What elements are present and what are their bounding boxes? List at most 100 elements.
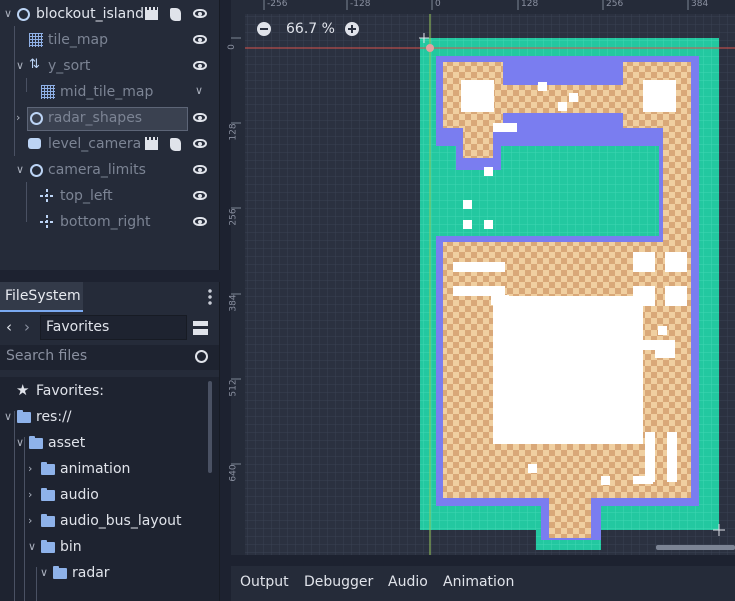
list-item-label: audio_bus_layout (60, 513, 182, 529)
list-item-animation[interactable]: › animation (0, 457, 205, 483)
ruler-tick-label: 0 (226, 44, 237, 50)
ruler-tick-label: 256 (228, 208, 239, 226)
minus-icon (260, 28, 268, 30)
zoom-in-button[interactable] (345, 22, 359, 36)
tab-filesystem[interactable]: FileSystem (0, 282, 83, 312)
chevron-down-icon[interactable]: ∨ (16, 163, 28, 177)
tree-item-camera-limits[interactable]: ∨ camera_limits (0, 158, 219, 184)
folder-icon (41, 514, 55, 527)
visibility-eye-icon[interactable] (193, 191, 207, 200)
ruler-tick-label: 384 (228, 294, 239, 312)
ruler-tick-label: 256 (606, 0, 624, 9)
folder-icon (29, 436, 43, 449)
zoom-level[interactable]: 66.7 % (286, 21, 335, 37)
list-item-res[interactable]: ∨ res:// (0, 405, 205, 431)
visibility-eye-icon[interactable] (193, 139, 207, 148)
tree-item-mid-tile-map[interactable]: mid_tile_map ∨ (0, 80, 219, 106)
ruler-tick-label: 640 (228, 464, 239, 482)
ruler-tick-label: 128 (228, 123, 239, 141)
horizontal-ruler (231, 0, 735, 14)
tab-debugger[interactable]: Debugger (304, 574, 373, 590)
scrollbar[interactable] (208, 381, 212, 473)
tree-item-radar-shapes[interactable]: › radar_shapes (0, 106, 219, 132)
chevron-down-icon[interactable]: ∨ (16, 436, 28, 450)
visibility-eye-icon[interactable] (193, 35, 207, 44)
list-item-label: bin (60, 539, 82, 555)
tree-item-label: camera_limits (48, 162, 146, 178)
tab-audio[interactable]: Audio (388, 574, 428, 590)
chevron-down-icon[interactable]: ∨ (4, 7, 16, 21)
chevron-right-icon[interactable]: › (28, 514, 40, 528)
ysort-icon: ⇅ (29, 57, 40, 72)
visibility-eye-icon[interactable] (193, 165, 207, 174)
chevron-right-icon[interactable]: › (28, 462, 40, 476)
tree-item-label: radar_shapes (48, 110, 143, 126)
visibility-eye-icon[interactable] (193, 113, 207, 122)
list-item-label: animation (60, 461, 131, 477)
list-item-label: asset (48, 435, 86, 451)
tree-item-label: y_sort (48, 58, 91, 74)
canvas-viewport[interactable]: -256 -128 0 128 256 384 0 128 256 384 51… (227, 0, 735, 555)
tree-item-blockout-island[interactable]: ∨ blockout_island (0, 2, 219, 28)
path-field[interactable]: Favorites (40, 315, 187, 340)
tree-item-level-camera[interactable]: level_camera (0, 132, 219, 158)
list-item-audio[interactable]: › audio (0, 483, 205, 509)
list-item-bin[interactable]: ∨ bin (0, 535, 205, 561)
folder-icon (41, 488, 55, 501)
folder-icon (53, 566, 67, 579)
tilemap-icon (41, 85, 55, 99)
ruler-tick-label: 512 (228, 379, 239, 397)
tree-item-bottom-right[interactable]: bottom_right (0, 210, 219, 236)
tree-item-tile-map[interactable]: tile_map (0, 28, 219, 54)
instance-icon[interactable] (145, 7, 158, 20)
visibility-eye-icon[interactable] (193, 9, 207, 18)
list-item-audio-bus-layout[interactable]: › audio_bus_layout (0, 509, 205, 535)
tilemap-icon (29, 33, 43, 47)
visibility-eye-icon[interactable] (193, 217, 207, 226)
ruler-tick-label: 0 (435, 0, 441, 9)
chevron-down-icon[interactable]: ∨ (40, 566, 52, 580)
list-item-label: radar (72, 565, 110, 581)
chevron-down-icon[interactable]: ∨ (28, 540, 40, 554)
chevron-down-icon[interactable]: ∨ (16, 59, 28, 73)
ruler-tick-label: -128 (350, 0, 371, 9)
ruler-tick-label: -256 (267, 0, 288, 9)
list-item-label: res:// (36, 409, 72, 425)
file-tree: ★ Favorites: ∨ res:// ∨ asset › animatio… (0, 377, 219, 601)
zoom-out-button[interactable] (257, 22, 271, 36)
chevron-down-icon[interactable]: ∨ (4, 410, 16, 424)
split-mode-icon[interactable] (193, 321, 208, 335)
node2d-icon (30, 164, 43, 177)
list-item-asset[interactable]: ∨ asset (0, 431, 205, 457)
script-icon[interactable] (170, 8, 181, 21)
forward-arrow-icon[interactable]: › (24, 318, 30, 336)
scene-tree-panel: ∨ blockout_island tile_map ∨ ⇅ y_sort mi… (0, 0, 220, 270)
script-icon[interactable] (170, 138, 181, 151)
chevron-down-icon[interactable]: ∨ (195, 84, 207, 98)
visibility-eye-icon[interactable] (193, 61, 207, 70)
chevron-right-icon[interactable]: › (28, 488, 40, 502)
tree-item-label: top_left (60, 188, 113, 204)
back-arrow-icon[interactable]: ‹ (6, 318, 12, 336)
list-item-favorites[interactable]: ★ Favorites: (0, 379, 205, 405)
level-canvas[interactable] (231, 0, 735, 555)
tab-animation[interactable]: Animation (443, 574, 514, 590)
horizontal-scrollbar[interactable] (656, 545, 735, 550)
tree-item-label: level_camera (48, 136, 142, 152)
tree-item-label: tile_map (48, 32, 108, 48)
tree-item-label: mid_tile_map (60, 84, 154, 100)
tree-item-top-left[interactable]: top_left (0, 184, 219, 210)
menu-dots-icon[interactable] (208, 288, 212, 306)
search-files-input[interactable]: Search files (0, 345, 219, 370)
star-icon: ★ (16, 381, 30, 399)
list-item-label: Favorites: (36, 383, 104, 399)
instance-icon[interactable] (145, 137, 158, 150)
tree-item-y-sort[interactable]: ∨ ⇅ y_sort (0, 54, 219, 80)
tab-output[interactable]: Output (240, 574, 289, 590)
camera-icon (28, 138, 41, 149)
list-item-radar[interactable]: ∨ radar (0, 561, 205, 587)
folder-icon (41, 462, 55, 475)
tree-item-label: bottom_right (60, 214, 151, 230)
origin-marker (426, 44, 434, 52)
search-icon (195, 350, 208, 363)
